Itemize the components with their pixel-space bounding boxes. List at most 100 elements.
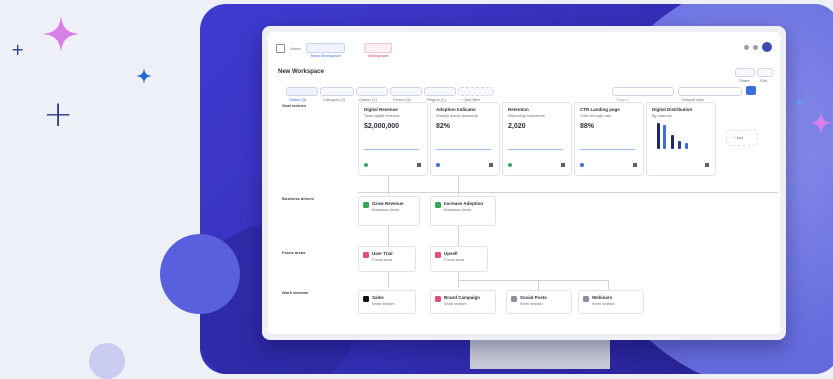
connector-line (388, 272, 389, 288)
decorative-circle (160, 234, 240, 314)
status-dot (436, 163, 440, 167)
filter-chip[interactable]: Status (3) (286, 87, 318, 102)
chart-bar (663, 125, 666, 149)
breadcrumb-team[interactable]: Team Workspace (306, 43, 345, 58)
stream-card[interactable]: Brand Campaign Work stream (430, 290, 496, 314)
stream-subtitle: Work stream (372, 301, 395, 306)
add-button[interactable] (746, 86, 756, 95)
status-dot (580, 163, 584, 167)
sparkline (436, 139, 491, 150)
add-card-label: + Add (733, 135, 744, 140)
focus-icon (435, 252, 441, 258)
stream-icon (363, 296, 369, 302)
stream-icon (435, 296, 441, 302)
filter-chip[interactable]: Period (4) (390, 87, 422, 102)
stream-card[interactable]: Sales Work stream (358, 290, 416, 314)
breadcrumb-workspace-label: Workspace (368, 53, 388, 58)
expand-icon[interactable] (489, 163, 493, 167)
connector-line (608, 280, 609, 290)
breadcrumb-home[interactable]: Home (290, 46, 301, 51)
status-dot (508, 163, 512, 167)
expand-icon[interactable] (633, 163, 637, 167)
filter-chip[interactable]: Owner (1) (356, 87, 388, 102)
connector-line (458, 176, 459, 196)
row-label-work-streams: Work streams (282, 290, 309, 295)
plus-icon: + (11, 40, 25, 59)
stream-subtitle: Work stream (592, 301, 615, 306)
add-filter-button[interactable]: + Add filter (458, 87, 494, 102)
connector-line (388, 224, 389, 246)
row-label-goal-metrics: Goal metrics (282, 103, 307, 108)
focus-title: User Trial (372, 251, 393, 256)
focus-card[interactable]: Upsell Focus area (430, 246, 488, 272)
metric-subtitle: By channel (652, 113, 672, 118)
chart-bar (671, 135, 674, 149)
share-button[interactable]: Share (735, 68, 755, 83)
stream-title: Sales (372, 295, 384, 300)
connector-line (388, 176, 389, 196)
plus-icon: + (43, 94, 74, 135)
metric-card[interactable]: Retention Returning customers 2,020 (502, 102, 572, 176)
chart-bar (678, 141, 681, 149)
breadcrumb-workspace[interactable]: Workspace (364, 43, 392, 58)
metric-subtitle: Click through rate (580, 113, 612, 118)
page-title: New Workspace (278, 69, 324, 75)
focus-subtitle: Focus area (444, 257, 465, 262)
connector-line (458, 280, 608, 281)
metric-title: Adoption Indicator (436, 107, 476, 112)
avatar[interactable] (762, 42, 772, 52)
add-card-button[interactable]: + Add (726, 130, 758, 146)
filter-chip[interactable]: Category (2) (320, 87, 354, 102)
driver-title: Increase Adoption (444, 201, 484, 206)
metric-title: Digital Distribution (652, 107, 693, 112)
stream-title: Webinars (592, 295, 613, 300)
stream-card[interactable]: Webinars Work stream (578, 290, 644, 314)
sparkle-blue-icon (136, 68, 152, 89)
edit-label: Edit (760, 78, 767, 83)
driver-card[interactable]: Grow Revenue Business driver (358, 196, 420, 226)
menu-icon[interactable] (753, 45, 758, 50)
sparkline (580, 139, 635, 150)
metric-title: Retention (508, 107, 529, 112)
bell-icon[interactable] (744, 45, 749, 50)
edit-button[interactable]: Edit (757, 68, 773, 83)
sparkline (508, 139, 563, 150)
share-label: Share (739, 78, 750, 83)
metric-subtitle: Weekly active accounts (436, 113, 478, 118)
driver-icon (363, 202, 369, 208)
driver-subtitle: Business driver (372, 207, 400, 212)
metric-card[interactable]: CTR Landing page Click through rate 88% (574, 102, 644, 176)
sparkle-blue-icon (794, 94, 804, 112)
focus-icon (363, 252, 369, 258)
metric-card[interactable]: Digital Revenue Total digital revenue $2… (358, 102, 428, 176)
grid-icon[interactable] (276, 44, 285, 53)
focus-card[interactable]: User Trial Focus area (358, 246, 416, 272)
expand-icon[interactable] (417, 163, 421, 167)
metric-value: 82% (436, 123, 451, 130)
row-label-focus-areas: Focus areas (282, 250, 306, 255)
metric-card[interactable]: Digital Distribution By channel (646, 102, 716, 176)
expand-icon[interactable] (705, 163, 709, 167)
driver-title: Grow Revenue (372, 201, 404, 206)
search-input[interactable]: Search (612, 87, 674, 102)
chart-bar (685, 143, 688, 149)
stream-subtitle: Work stream (444, 301, 467, 306)
metric-card[interactable]: Adoption Indicator Weekly active account… (430, 102, 500, 176)
driver-card[interactable]: Increase Adoption Business driver (430, 196, 496, 226)
metric-value: $2,000,000 (364, 123, 400, 130)
app-screen: Home Team Workspace Workspace New Worksp… (268, 32, 780, 334)
metric-subtitle: Returning customers (508, 113, 545, 118)
connector-line (538, 280, 539, 290)
stream-card[interactable]: Social Posts Work stream (506, 290, 572, 314)
sparkle-pink-icon (810, 112, 832, 139)
metric-title: CTR Landing page (580, 107, 620, 112)
stream-title: Social Posts (520, 295, 547, 300)
view-select[interactable]: Default view (678, 87, 742, 102)
stream-icon (583, 296, 589, 302)
expand-icon[interactable] (561, 163, 565, 167)
focus-title: Upsell (444, 251, 458, 256)
filter-chip[interactable]: Region (2) (424, 87, 456, 102)
status-dot (364, 163, 368, 167)
stream-subtitle: Work stream (520, 301, 543, 306)
metric-subtitle: Total digital revenue (364, 113, 400, 118)
